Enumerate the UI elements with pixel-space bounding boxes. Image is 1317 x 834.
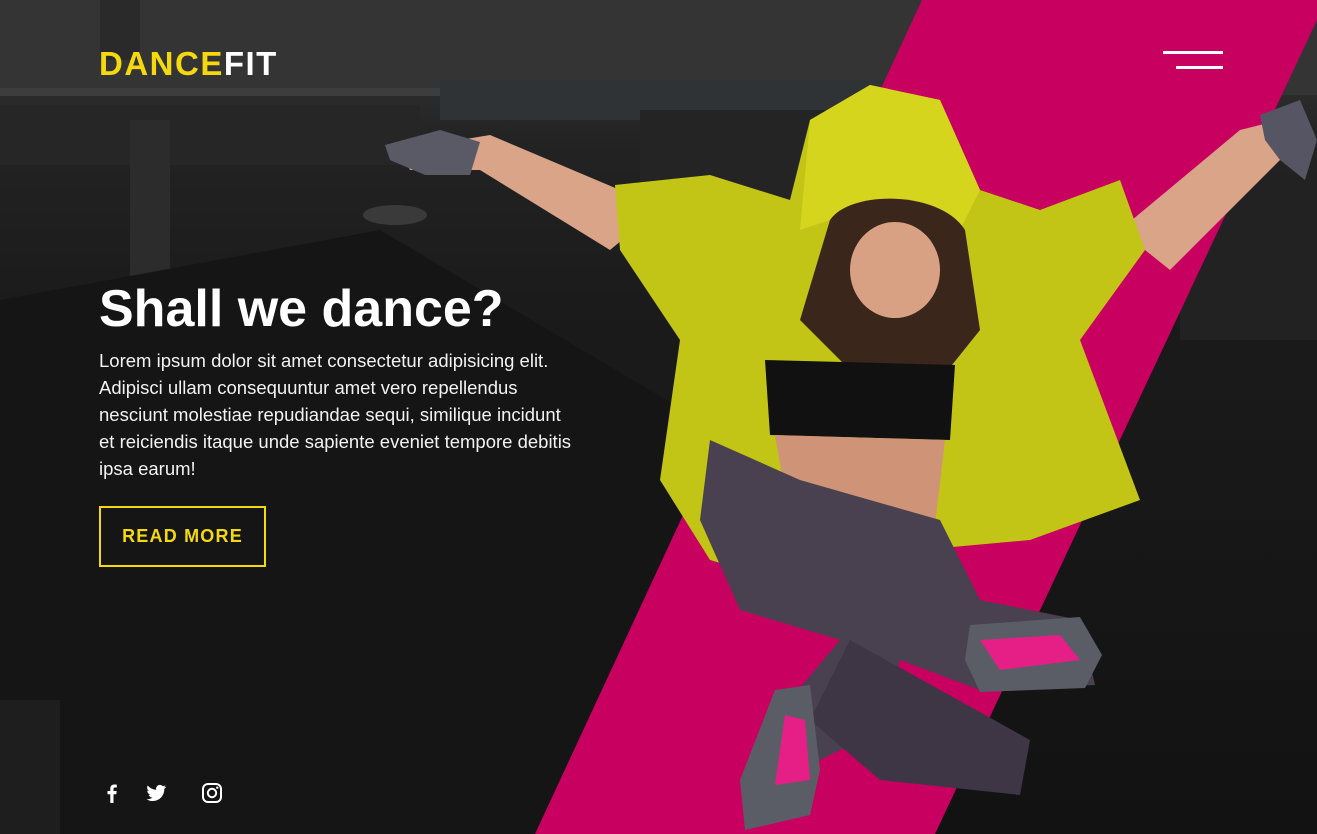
twitter-icon[interactable] [144,781,168,805]
menu-bar-bottom [1176,66,1223,69]
hamburger-menu-icon[interactable] [1160,46,1226,76]
read-more-button[interactable]: READ MORE [99,506,266,567]
facebook-icon[interactable] [100,781,124,805]
brand-logo-part1: DANCE [99,45,224,82]
menu-bar-top [1163,51,1223,54]
brand-logo[interactable]: DANCEFIT [99,44,278,84]
brand-logo-part2: FIT [223,45,278,82]
instagram-icon[interactable] [200,781,224,805]
hero-description: Lorem ipsum dolor sit amet consectetur a… [99,350,572,479]
hero-section: DANCEFIT Shall we dance? Lorem ipsum dol… [0,0,1317,834]
hero-title: Shall we dance? [99,280,504,338]
